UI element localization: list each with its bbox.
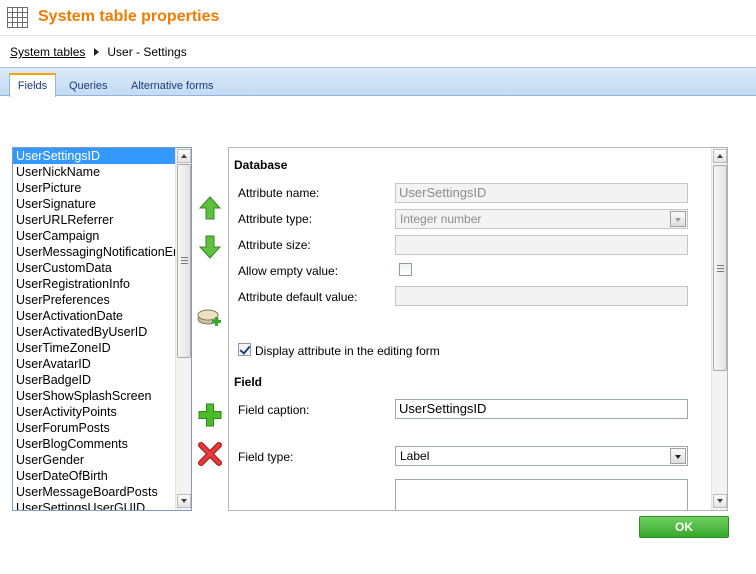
field-caption-label: Field caption:	[238, 403, 310, 417]
ok-button[interactable]: OK	[639, 516, 729, 538]
list-item[interactable]: UserPicture	[13, 180, 177, 196]
chevron-down-icon[interactable]	[670, 211, 686, 227]
arrow-up-icon[interactable]	[197, 195, 223, 221]
field-caption-input[interactable]: UserSettingsID	[395, 399, 688, 419]
tab-queries[interactable]: Queries	[69, 75, 108, 97]
allow-empty-label: Allow empty value:	[238, 264, 339, 278]
scroll-thumb[interactable]	[177, 164, 191, 358]
attribute-default-value-input[interactable]	[395, 286, 688, 306]
attribute-name-label: Attribute name:	[238, 186, 320, 200]
tab-alternative-forms[interactable]: Alternative forms	[131, 75, 214, 97]
tab-bar: Fields Queries Alternative forms	[0, 67, 756, 97]
field-section-title: Field	[234, 375, 263, 389]
list-item[interactable]: UserTimeZoneID	[13, 340, 177, 356]
field-properties-content: Database Attribute name: UserSettingsID …	[229, 148, 713, 510]
list-item[interactable]: UserForumPosts	[13, 420, 177, 436]
properties-scrollbar[interactable]	[711, 148, 727, 510]
field-type-value: Label	[400, 449, 430, 463]
new-category-icon[interactable]	[196, 305, 222, 331]
database-section-title: Database	[234, 158, 288, 172]
scroll-up-icon[interactable]	[177, 149, 191, 163]
list-item[interactable]: UserBlogComments	[13, 436, 177, 452]
attribute-default-value-label: Attribute default value:	[238, 290, 358, 304]
list-item[interactable]: UserMessageBoardPosts	[13, 484, 177, 500]
fields-listbox[interactable]: UserSettingsID UserNickName UserPicture Use…	[12, 147, 192, 511]
list-item[interactable]: UserGender	[13, 452, 177, 468]
list-item[interactable]: UserDateOfBirth	[13, 468, 177, 484]
delete-x-icon[interactable]	[197, 441, 223, 467]
field-type-label: Field type:	[238, 450, 294, 464]
list-item[interactable]: UserActivatedByUserID	[13, 324, 177, 340]
list-item[interactable]: UserSettingsUserGUID	[13, 500, 177, 510]
attribute-name-input[interactable]: UserSettingsID	[395, 183, 688, 203]
list-item[interactable]: UserSettingsID	[13, 148, 177, 164]
plus-icon[interactable]	[197, 402, 223, 428]
list-item[interactable]: UserRegistrationInfo	[13, 276, 177, 292]
list-item[interactable]: UserSignature	[13, 196, 177, 212]
breadcrumb: System tables User - Settings	[10, 44, 187, 60]
list-item[interactable]: UserActivationDate	[13, 308, 177, 324]
chevron-down-icon[interactable]	[670, 448, 686, 464]
list-item[interactable]: UserPreferences	[13, 292, 177, 308]
breadcrumb-separator-icon	[94, 48, 100, 56]
tab-fields[interactable]: Fields	[9, 73, 56, 97]
attribute-size-label: Attribute size:	[238, 238, 311, 252]
table-grid-icon	[7, 7, 28, 28]
scroll-down-icon[interactable]	[177, 494, 191, 508]
field-textarea[interactable]	[395, 479, 688, 510]
attribute-size-input[interactable]	[395, 235, 688, 255]
breadcrumb-link-system-tables[interactable]: System tables	[10, 45, 85, 59]
arrow-down-icon[interactable]	[197, 234, 223, 260]
list-item[interactable]: UserMessagingNotificationEmail	[13, 244, 177, 260]
allow-empty-checkbox[interactable]	[399, 263, 412, 276]
list-item[interactable]: UserAvatarID	[13, 356, 177, 372]
list-item[interactable]: UserShowSplashScreen	[13, 388, 177, 404]
attribute-type-select[interactable]: Integer number	[395, 209, 688, 229]
field-properties-panel: Database Attribute name: UserSettingsID …	[228, 147, 728, 511]
display-in-form-label: Display attribute in the editing form	[255, 344, 440, 358]
list-item[interactable]: UserURLReferrer	[13, 212, 177, 228]
fields-list: UserSettingsID UserNickName UserPicture Use…	[13, 148, 177, 510]
attribute-type-label: Attribute type:	[238, 212, 313, 226]
scroll-down-icon[interactable]	[713, 494, 727, 508]
scroll-up-icon[interactable]	[713, 149, 727, 163]
list-item[interactable]: UserCampaign	[13, 228, 177, 244]
list-item[interactable]: UserBadgeID	[13, 372, 177, 388]
scroll-thumb[interactable]	[713, 165, 727, 371]
fields-list-scrollbar[interactable]	[175, 148, 191, 510]
field-type-select[interactable]: Label	[395, 446, 688, 466]
list-item[interactable]: UserActivityPoints	[13, 404, 177, 420]
page-header: System table properties	[0, 0, 756, 36]
breadcrumb-current: User - Settings	[107, 45, 187, 59]
list-item[interactable]: UserNickName	[13, 164, 177, 180]
list-item[interactable]: UserCustomData	[13, 260, 177, 276]
attribute-type-value: Integer number	[400, 212, 482, 226]
display-in-form-checkbox[interactable]	[238, 343, 251, 356]
page-title: System table properties	[38, 8, 220, 25]
